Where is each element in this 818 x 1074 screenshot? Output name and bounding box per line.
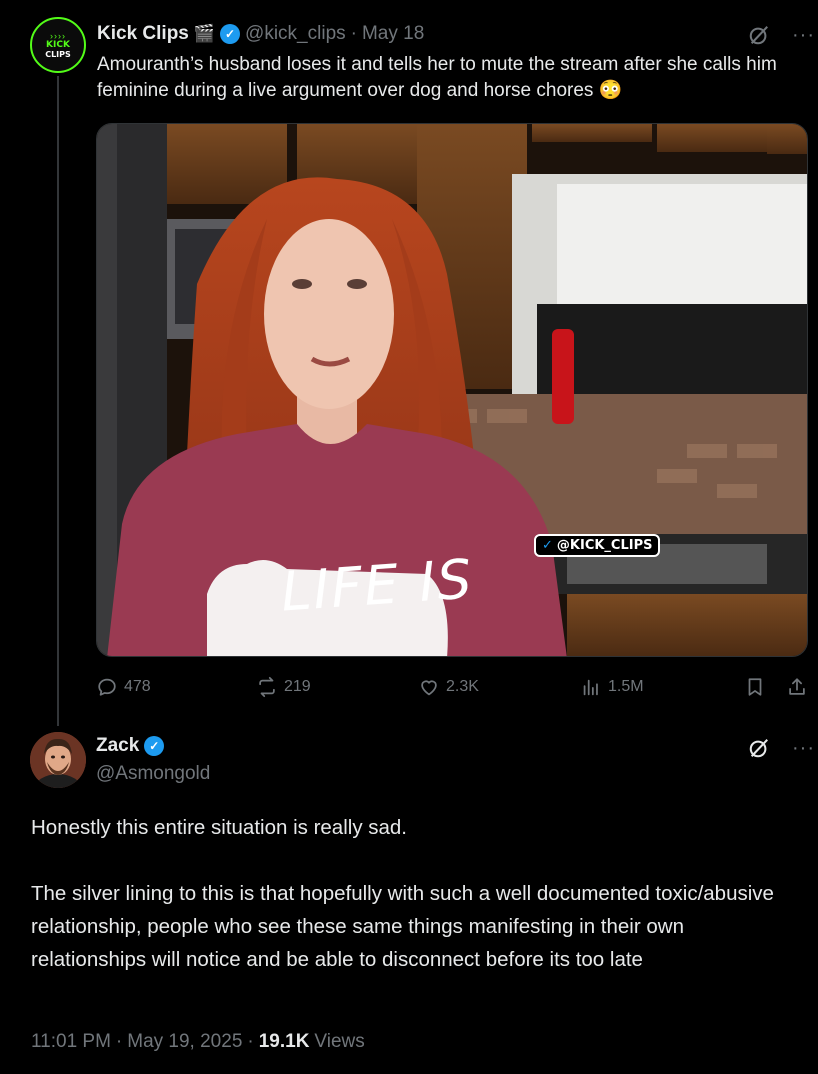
watermark-handle: @KICK_CLIPS [556, 538, 653, 553]
more-dots-icon[interactable]: ··· [792, 25, 815, 45]
repost-count: 219 [284, 678, 311, 695]
share-icon [789, 678, 805, 695]
meta-separator: · [115, 1031, 123, 1052]
tweet-header: Kick Clips 🎬 ✓ @kick_clips · May 18 [97, 21, 424, 47]
heart-icon [421, 680, 437, 696]
grok-icon[interactable] [748, 24, 770, 46]
reply-views-label: Views [314, 1031, 365, 1052]
reply-author-header: Zack ✓ [96, 735, 165, 757]
header-separator: · [350, 23, 357, 44]
reply-paragraph-2: The silver lining to this is that hopefu… [31, 882, 774, 971]
views-button[interactable]: 1.5M [580, 676, 644, 698]
repost-icon [259, 676, 275, 698]
share-button[interactable] [786, 676, 808, 698]
tweet-top-actions: ··· [748, 24, 815, 46]
bookmark-icon [748, 678, 762, 696]
reply-button[interactable]: 478 [96, 676, 151, 698]
bookmark-button[interactable] [744, 676, 766, 698]
tweet-text: Amouranth’s husband loses it and tells h… [97, 54, 777, 101]
reply-text: Honestly this entire situation is really… [31, 811, 791, 976]
kick-clips-avatar[interactable]: ›››› KICK CLIPS [30, 17, 86, 73]
grok-icon[interactable] [748, 737, 770, 759]
reply-author-handle[interactable]: @Asmongold [96, 763, 210, 785]
tweet-video[interactable]: LIFE IS ✓ @KICK_CLIPS [96, 123, 808, 657]
reply-icon [98, 678, 116, 696]
twitter-bird-icon: ✓ [542, 538, 553, 553]
avatar-logo-text: KICK [46, 39, 70, 50]
tweet-date[interactable]: May 18 [362, 23, 424, 45]
verified-badge-icon: ✓ [144, 736, 165, 756]
meta-separator-2: · [247, 1031, 254, 1052]
reply-time[interactable]: 11:01 PM [31, 1031, 111, 1053]
repost-button[interactable]: 219 [256, 676, 311, 698]
avatar-logo-text-2: CLIPS [45, 49, 71, 59]
tweet-action-bar: 478 219 2.3K 1.5M [96, 676, 808, 700]
reply-author-name[interactable]: Zack [96, 735, 139, 757]
zack-avatar[interactable] [30, 732, 86, 788]
reply-count: 478 [124, 678, 151, 695]
views-chart-icon [583, 679, 598, 696]
reply-views-count: 19.1K [258, 1031, 310, 1052]
video-watermark: ✓ @KICK_CLIPS [534, 534, 661, 557]
more-dots-icon[interactable]: ··· [792, 738, 815, 758]
shirt-text: LIFE IS [279, 547, 476, 624]
author-name[interactable]: Kick Clips [97, 23, 189, 45]
like-count: 2.3K [446, 678, 479, 695]
avatar-portrait [30, 732, 86, 788]
reply-top-actions: ··· [748, 737, 815, 759]
views-count: 1.5M [608, 678, 644, 695]
clapperboard-emoji: 🎬 [193, 24, 216, 43]
verified-badge-icon: ✓ [220, 24, 241, 44]
reply-date[interactable]: May 19, 2025 [127, 1031, 242, 1053]
reply-paragraph-1: Honestly this entire situation is really… [31, 816, 408, 839]
thread-connector-line [57, 76, 59, 726]
reply-meta: 11:01 PM · May 19, 2025 · 19.1K Views [31, 1031, 365, 1053]
author-handle[interactable]: @kick_clips [245, 23, 346, 45]
like-button[interactable]: 2.3K [418, 676, 479, 698]
